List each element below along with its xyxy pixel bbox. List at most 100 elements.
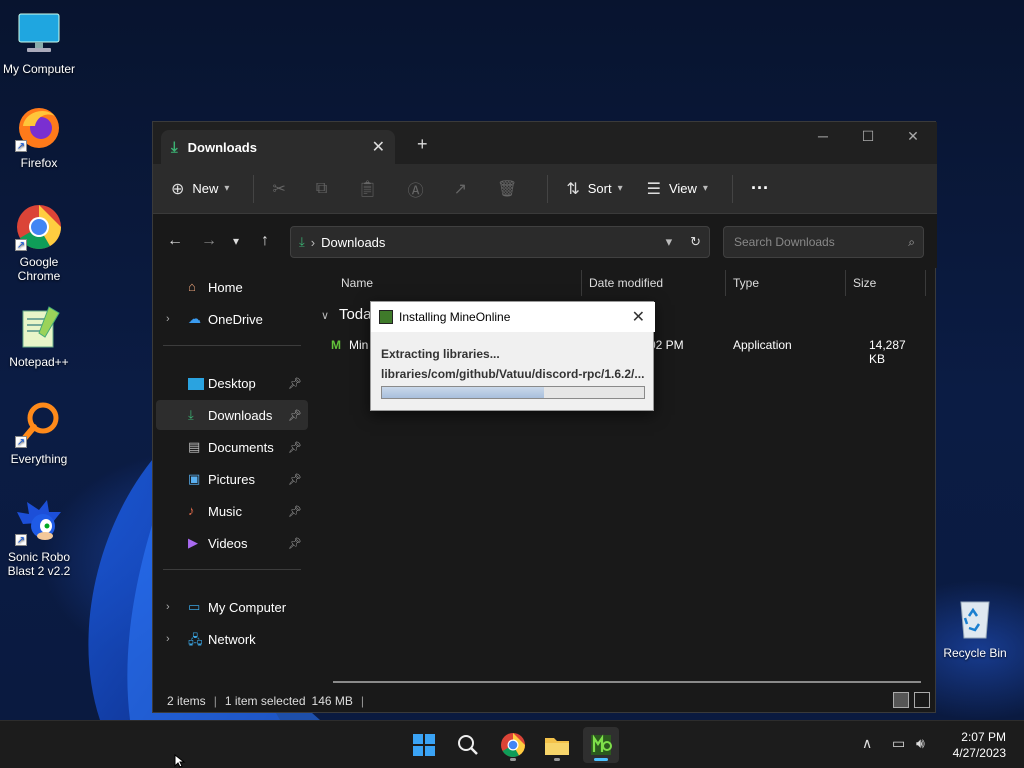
- search-icon: [458, 735, 478, 755]
- chevron-down-icon: ▾: [702, 183, 708, 194]
- close-tab-icon[interactable]: ✕: [372, 137, 385, 157]
- column-header-date-modified[interactable]: Date modified: [581, 268, 725, 298]
- address-dropdown-icon[interactable]: ▾: [666, 234, 673, 250]
- new-tab-button[interactable]: +: [417, 134, 428, 155]
- sidebar-item-label: Home: [208, 279, 243, 295]
- rename-icon[interactable]: Ⓐ: [408, 177, 424, 201]
- horizontal-scrollbar[interactable]: [333, 681, 921, 683]
- pin-icon[interactable]: 📌︎: [288, 409, 302, 422]
- maximize-button[interactable]: ☐: [848, 128, 888, 145]
- taskbar-file-explorer[interactable]: [539, 727, 575, 763]
- clock-time: 2:07 PM: [961, 730, 1006, 744]
- running-indicator: [554, 758, 560, 761]
- forward-arrow-icon[interactable]: →: [201, 232, 217, 250]
- sidebar-divider: [163, 569, 301, 570]
- toolbar-divider: [731, 174, 733, 203]
- network-tray-icon[interactable]: ▭: [892, 735, 905, 752]
- desktop-icon-label: My Computer: [2, 62, 76, 76]
- pin-icon[interactable]: 📌︎: [288, 537, 302, 550]
- dialog-close-button[interactable]: ✕: [632, 307, 645, 327]
- column-header-name[interactable]: Name: [333, 268, 573, 298]
- column-header-type[interactable]: Type: [725, 268, 845, 298]
- address-bar[interactable]: ⤓ › Downloads ▾ ↻: [290, 226, 710, 258]
- sidebar-item-music[interactable]: ♪ Music 📌︎: [156, 496, 308, 526]
- minimize-button[interactable]: ─: [803, 128, 843, 144]
- sidebar-item-videos[interactable]: ▶ Videos 📌︎: [156, 528, 308, 558]
- breadcrumb-downloads[interactable]: Downloads: [321, 235, 665, 250]
- desktop-icon-sonic[interactable]: ↗ Sonic Robo Blast 2 v2.2: [0, 498, 78, 578]
- desktop-icon-my-computer[interactable]: My Computer: [0, 10, 78, 76]
- expand-chevron-icon[interactable]: ›: [166, 601, 170, 613]
- sidebar-item-network[interactable]: › 🖧︎ Network: [156, 624, 308, 654]
- share-icon[interactable]: ↗: [454, 179, 467, 199]
- sidebar-item-documents[interactable]: ▤ Documents 📌︎: [156, 432, 308, 462]
- sidebar-item-label: My Computer: [208, 599, 287, 615]
- tab-downloads[interactable]: ⤓ Downloads ✕: [161, 130, 395, 164]
- sidebar-divider: [163, 345, 301, 346]
- sort-button[interactable]: ⇅ Sort ▾: [566, 179, 622, 199]
- desktop-icon-everything[interactable]: ↗ Everything: [0, 400, 78, 466]
- show-hidden-icons-chevron[interactable]: ∧: [862, 735, 872, 752]
- more-options-button[interactable]: ···: [751, 178, 769, 199]
- delete-icon[interactable]: 🗑︎: [497, 179, 517, 199]
- dialog-title: Installing MineOnline: [399, 310, 511, 324]
- recent-locations-chevron-icon[interactable]: ▾: [233, 234, 239, 248]
- search-input[interactable]: [732, 234, 909, 250]
- taskbar-chrome[interactable]: [495, 727, 531, 763]
- view-button[interactable]: ☰ View ▾: [647, 179, 708, 199]
- copy-icon[interactable]: ⧉: [316, 180, 327, 198]
- everything-search-icon: ↗: [15, 400, 63, 448]
- column-header-size[interactable]: Size: [845, 268, 925, 298]
- sidebar-item-pictures[interactable]: ▣ Pictures 📌︎: [156, 464, 308, 494]
- new-button[interactable]: ⊕ New ▾: [171, 179, 229, 199]
- sidebar-item-desktop[interactable]: Desktop 📌︎: [156, 368, 308, 398]
- shortcut-arrow-icon: ↗: [15, 436, 27, 448]
- back-arrow-icon[interactable]: ←: [167, 232, 183, 250]
- sidebar-item-downloads[interactable]: ⤓ Downloads 📌︎: [156, 400, 308, 430]
- desktop-icon-label: Google Chrome: [17, 255, 61, 283]
- pin-icon[interactable]: 📌︎: [288, 473, 302, 486]
- expand-chevron-icon[interactable]: ›: [166, 633, 170, 645]
- shortcut-arrow-icon: ↗: [15, 239, 27, 251]
- clock[interactable]: 2:07 PM 4/27/2023: [953, 729, 1006, 761]
- expand-chevron-icon[interactable]: ›: [166, 313, 170, 325]
- plus-circle-icon: ⊕: [171, 180, 185, 198]
- close-window-button[interactable]: ✕: [893, 128, 933, 145]
- start-button[interactable]: [406, 727, 442, 763]
- desktop-icon-chrome[interactable]: ↗ Google Chrome: [0, 203, 78, 283]
- cut-icon[interactable]: ✂: [272, 179, 285, 199]
- volume-icon[interactable]: 🔊︎: [916, 735, 925, 752]
- desktop-icon-recycle-bin[interactable]: Recycle Bin: [936, 594, 1014, 660]
- recycle-bin-icon: [951, 594, 999, 642]
- pin-icon[interactable]: 📌︎: [288, 377, 302, 390]
- sidebar-item-home[interactable]: ⌂ Home: [156, 272, 308, 302]
- sidebar-item-onedrive[interactable]: › ☁ OneDrive: [156, 304, 308, 334]
- collapse-chevron-icon[interactable]: ∨: [321, 310, 329, 322]
- selection-size: 146 MB: [311, 694, 353, 708]
- desktop-icon-firefox[interactable]: ↗ Firefox: [0, 104, 78, 170]
- sonic-icon: ↗: [15, 498, 63, 546]
- view-label: View: [668, 181, 697, 196]
- install-path-text: libraries/com/github/Vatuu/discord-rpc/1…: [381, 367, 645, 381]
- paste-icon[interactable]: 📋︎: [357, 179, 377, 199]
- desktop-icon-notepadpp[interactable]: Notepad++: [0, 303, 78, 369]
- search-box[interactable]: ⌕: [723, 226, 924, 258]
- file-explorer-window: ⤓ Downloads ✕ + ─ ☐ ✕ ⊕ New ▾ ✂ ⧉ 📋︎ Ⓐ ↗…: [152, 121, 937, 713]
- install-status-text: Extracting libraries...: [381, 347, 500, 361]
- chevron-down-icon: ▾: [224, 183, 230, 194]
- home-icon: ⌂: [188, 279, 196, 294]
- search-icon[interactable]: ⌕: [908, 235, 915, 250]
- search-taskbar-button[interactable]: [450, 727, 486, 763]
- taskbar-mineonline[interactable]: [583, 727, 619, 763]
- sidebar-item-label: Videos: [208, 535, 248, 551]
- details-view-icon[interactable]: [893, 692, 909, 708]
- refresh-icon[interactable]: ↻: [690, 234, 701, 250]
- pin-icon[interactable]: 📌︎: [288, 505, 302, 518]
- sidebar-item-label: Documents: [208, 439, 274, 455]
- sidebar-item-my-computer[interactable]: › ▭ My Computer: [156, 592, 308, 622]
- tiles-view-icon[interactable]: [914, 692, 930, 708]
- shortcut-arrow-icon: ↗: [15, 534, 27, 546]
- sort-icon: ⇅: [566, 180, 580, 198]
- pin-icon[interactable]: 📌︎: [288, 441, 302, 454]
- up-arrow-icon[interactable]: ↑: [261, 232, 269, 250]
